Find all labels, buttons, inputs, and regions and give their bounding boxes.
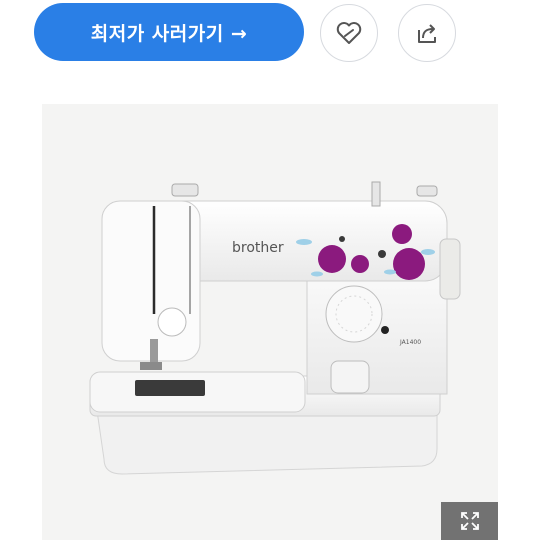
expand-button[interactable]	[441, 502, 498, 540]
expand-icon	[460, 512, 479, 530]
sewing-machine-image: brother JA1400	[89, 181, 461, 475]
heart-icon	[336, 22, 362, 44]
brand-logo: brother	[232, 240, 284, 256]
product-image: brother JA1400	[42, 104, 498, 540]
share-button[interactable]	[398, 4, 456, 62]
share-icon	[418, 24, 436, 43]
model-label: JA1400	[399, 339, 421, 346]
like-button[interactable]	[320, 4, 378, 62]
buy-lowest-price-button[interactable]: 최저가 사러가기 →	[34, 3, 304, 61]
